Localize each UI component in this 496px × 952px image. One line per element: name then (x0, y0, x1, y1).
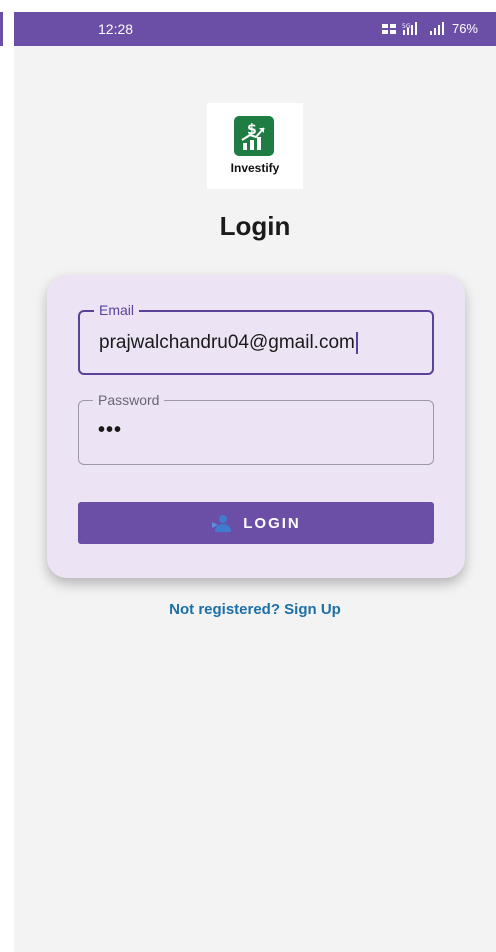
signal-icon (429, 22, 444, 35)
brand-name: Investify (230, 161, 280, 175)
app-logo: $ Investify (207, 103, 303, 189)
signal-5g-icon: 5G (402, 22, 417, 35)
email-input-value[interactable]: prajwalchandru04@gmail.com (99, 332, 358, 354)
login-card: Email prajwalchandru04@gmail.com Passwor… (47, 275, 465, 578)
status-indicators: 5G 76% (381, 21, 478, 36)
text-cursor (355, 332, 358, 354)
email-field[interactable]: Email prajwalchandru04@gmail.com (78, 302, 434, 375)
network-speed-icon (381, 23, 396, 34)
login-icon (212, 515, 232, 532)
phone-screen: 12:28 5G 76% $ Investify Login Email pra… (14, 12, 496, 952)
password-field[interactable]: Password ••• (78, 392, 434, 465)
left-edge-marker (0, 12, 3, 46)
battery-level: 76% (451, 21, 478, 36)
password-label: Password (93, 392, 165, 408)
email-label: Email (94, 302, 140, 318)
svg-text:5G: 5G (402, 23, 411, 30)
chart-dollar-icon: $ (234, 116, 274, 156)
password-input-value[interactable]: ••• (98, 419, 122, 442)
email-text: prajwalchandru04@gmail.com (99, 332, 355, 354)
login-button-label: LOGIN (243, 514, 301, 532)
login-button[interactable]: LOGIN (78, 502, 434, 544)
status-bar: 12:28 5G 76% (14, 12, 496, 46)
status-time: 12:28 (98, 21, 134, 37)
signup-link[interactable]: Not registered? Sign Up (14, 601, 496, 618)
page-title: Login (219, 211, 291, 241)
